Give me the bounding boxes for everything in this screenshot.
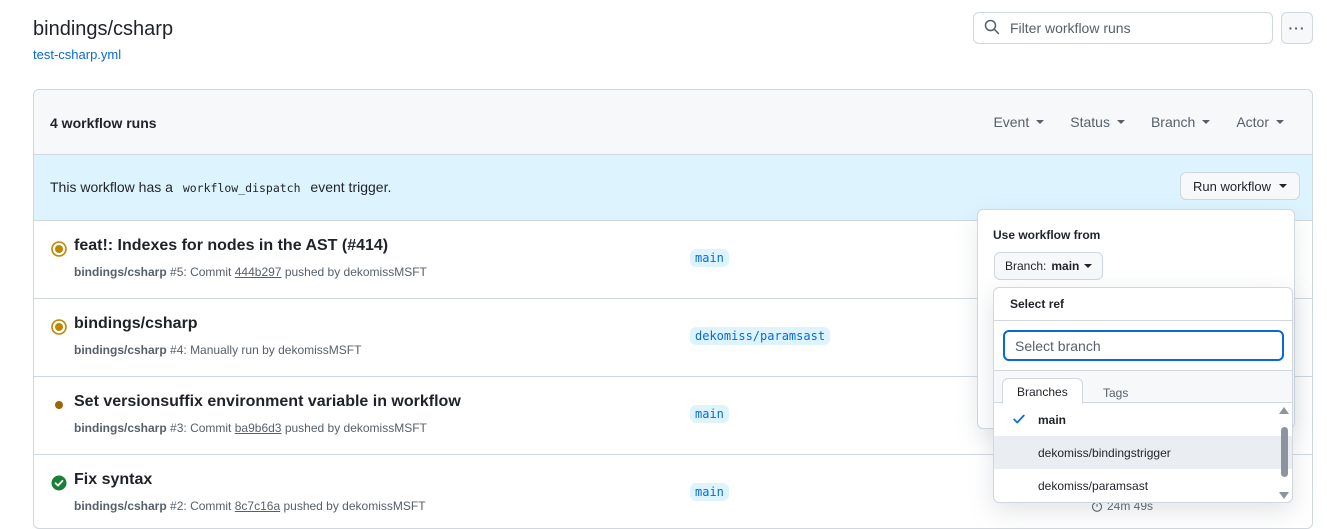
workflow-file-link[interactable]: test-csharp.yml xyxy=(33,47,121,62)
run-title[interactable]: bindings/csharp xyxy=(74,315,198,333)
branch-select-prefix: Branch: xyxy=(1005,259,1047,273)
run-meta-suffix: pushed by dekomissMSFT xyxy=(283,499,426,513)
select-ref-menu: Select ref Branches Tags main dekomiss/b… xyxy=(993,287,1293,503)
run-workflow: bindings/csharp xyxy=(74,421,167,435)
ref-list: main dekomiss/bindingstrigger dekomiss/p… xyxy=(994,403,1292,502)
in-progress-icon xyxy=(51,319,67,335)
run-title[interactable]: Fix syntax xyxy=(74,471,152,489)
run-number: #3: xyxy=(170,421,187,435)
run-workflow-button[interactable]: Run workflow xyxy=(1180,172,1301,200)
caret-down-icon xyxy=(1036,120,1045,124)
ref-item-label: main xyxy=(1038,412,1067,427)
run-workflow: bindings/csharp xyxy=(74,265,167,279)
dispatch-text: This workflow has a workflow_dispatch ev… xyxy=(50,179,391,195)
branch-select-button[interactable]: Branch: main xyxy=(994,252,1104,280)
use-workflow-from-label: Use workflow from xyxy=(993,228,1101,242)
kebab-horizontal-icon: ··· xyxy=(1288,20,1306,36)
run-number: #2: xyxy=(170,499,187,513)
ref-list-scrollbar[interactable] xyxy=(1279,407,1289,499)
ref-item-label: dekomiss/paramsast xyxy=(1038,478,1149,493)
check-icon xyxy=(1013,414,1025,424)
branch-tag[interactable]: main xyxy=(690,483,729,501)
caret-down-icon xyxy=(1084,264,1093,268)
actor-filter-label: Actor xyxy=(1236,114,1269,130)
branch-tag[interactable]: dekomiss/paramsast xyxy=(690,327,831,345)
ref-item-main[interactable]: main xyxy=(994,403,1292,436)
scroll-up-arrow-icon[interactable] xyxy=(1279,407,1289,414)
in-progress-icon xyxy=(51,241,67,257)
dispatch-suffix: event trigger. xyxy=(310,179,392,195)
branch-tag[interactable]: main xyxy=(690,405,729,423)
scroll-thumb[interactable] xyxy=(1281,427,1288,477)
ref-item-bindingstrigger[interactable]: dekomiss/bindingstrigger xyxy=(994,436,1292,469)
run-filters: Event Status Branch Actor xyxy=(993,114,1284,130)
ref-tabs: Branches Tags xyxy=(994,371,1292,404)
commit-sha-link[interactable]: ba9b6d3 xyxy=(235,421,282,435)
run-title[interactable]: feat!: Indexes for nodes in the AST (#41… xyxy=(74,237,388,255)
branch-tag[interactable]: main xyxy=(690,249,729,267)
ref-item-label: dekomiss/bindingstrigger xyxy=(1038,445,1171,460)
caret-down-icon xyxy=(1279,184,1288,188)
queued-icon xyxy=(55,401,63,409)
run-meta-suffix: pushed by dekomissMSFT xyxy=(284,265,427,279)
run-workflow-label: Run workflow xyxy=(1193,178,1272,194)
run-workflow: bindings/csharp xyxy=(74,343,167,357)
filter-input[interactable] xyxy=(1008,19,1258,37)
select-ref-filter-wrap xyxy=(994,321,1292,371)
run-meta-suffix: pushed by dekomissMSFT xyxy=(284,421,427,435)
dispatch-prefix: This workflow has a xyxy=(50,179,173,195)
branch-filter-button[interactable]: Branch xyxy=(1150,114,1211,130)
branch-select-value: main xyxy=(1051,259,1080,273)
run-meta: bindings/csharp #5: Commit 444b297 pushe… xyxy=(74,265,427,279)
select-branch-input[interactable] xyxy=(1003,330,1284,361)
event-filter-label: Event xyxy=(993,114,1030,130)
actor-filter-button[interactable]: Actor xyxy=(1236,114,1284,130)
runs-header: 4 workflow runs Event Status Branch Acto… xyxy=(34,90,1312,155)
page-title: bindings/csharp xyxy=(33,18,174,40)
commit-sha-link[interactable]: 8c7c16a xyxy=(235,499,280,513)
run-meta-prefix: Commit xyxy=(190,265,232,279)
runs-count: 4 workflow runs xyxy=(50,115,157,131)
status-filter-label: Status xyxy=(1070,114,1110,130)
check-circle-icon xyxy=(51,475,67,491)
run-meta: bindings/csharp #2: Commit 8c7c16a pushe… xyxy=(74,499,426,513)
run-number: #5: xyxy=(170,265,187,279)
commit-sha-link[interactable]: 444b297 xyxy=(235,265,282,279)
run-meta-prefix: Commit xyxy=(190,421,232,435)
scroll-down-arrow-icon[interactable] xyxy=(1279,492,1289,499)
run-number: #4: xyxy=(170,343,187,357)
tab-tags[interactable]: Tags xyxy=(1089,379,1142,404)
status-filter-button[interactable]: Status xyxy=(1070,114,1125,130)
run-meta-prefix: Manually run by dekomissMSFT xyxy=(190,343,362,357)
event-filter-button[interactable]: Event xyxy=(993,114,1045,130)
caret-down-icon xyxy=(1202,120,1211,124)
run-meta: bindings/csharp #4: Manually run by deko… xyxy=(74,343,361,357)
more-options-button[interactable]: ··· xyxy=(1281,12,1313,44)
branch-filter-label: Branch xyxy=(1150,114,1196,130)
select-ref-title: Select ref xyxy=(994,288,1292,321)
ref-item-paramsast[interactable]: dekomiss/paramsast xyxy=(994,469,1292,502)
run-title[interactable]: Set versionsuffix environment variable i… xyxy=(74,393,461,411)
run-meta: bindings/csharp #3: Commit ba9b6d3 pushe… xyxy=(74,421,427,435)
run-workflow: bindings/csharp xyxy=(74,499,167,513)
filter-workflow-runs[interactable] xyxy=(973,12,1273,44)
run-meta-prefix: Commit xyxy=(190,499,232,513)
tab-branches[interactable]: Branches xyxy=(1002,378,1083,404)
dispatch-code: workflow_dispatch xyxy=(182,181,301,195)
caret-down-icon xyxy=(1116,120,1125,124)
caret-down-icon xyxy=(1276,120,1284,124)
search-icon xyxy=(984,19,1000,38)
